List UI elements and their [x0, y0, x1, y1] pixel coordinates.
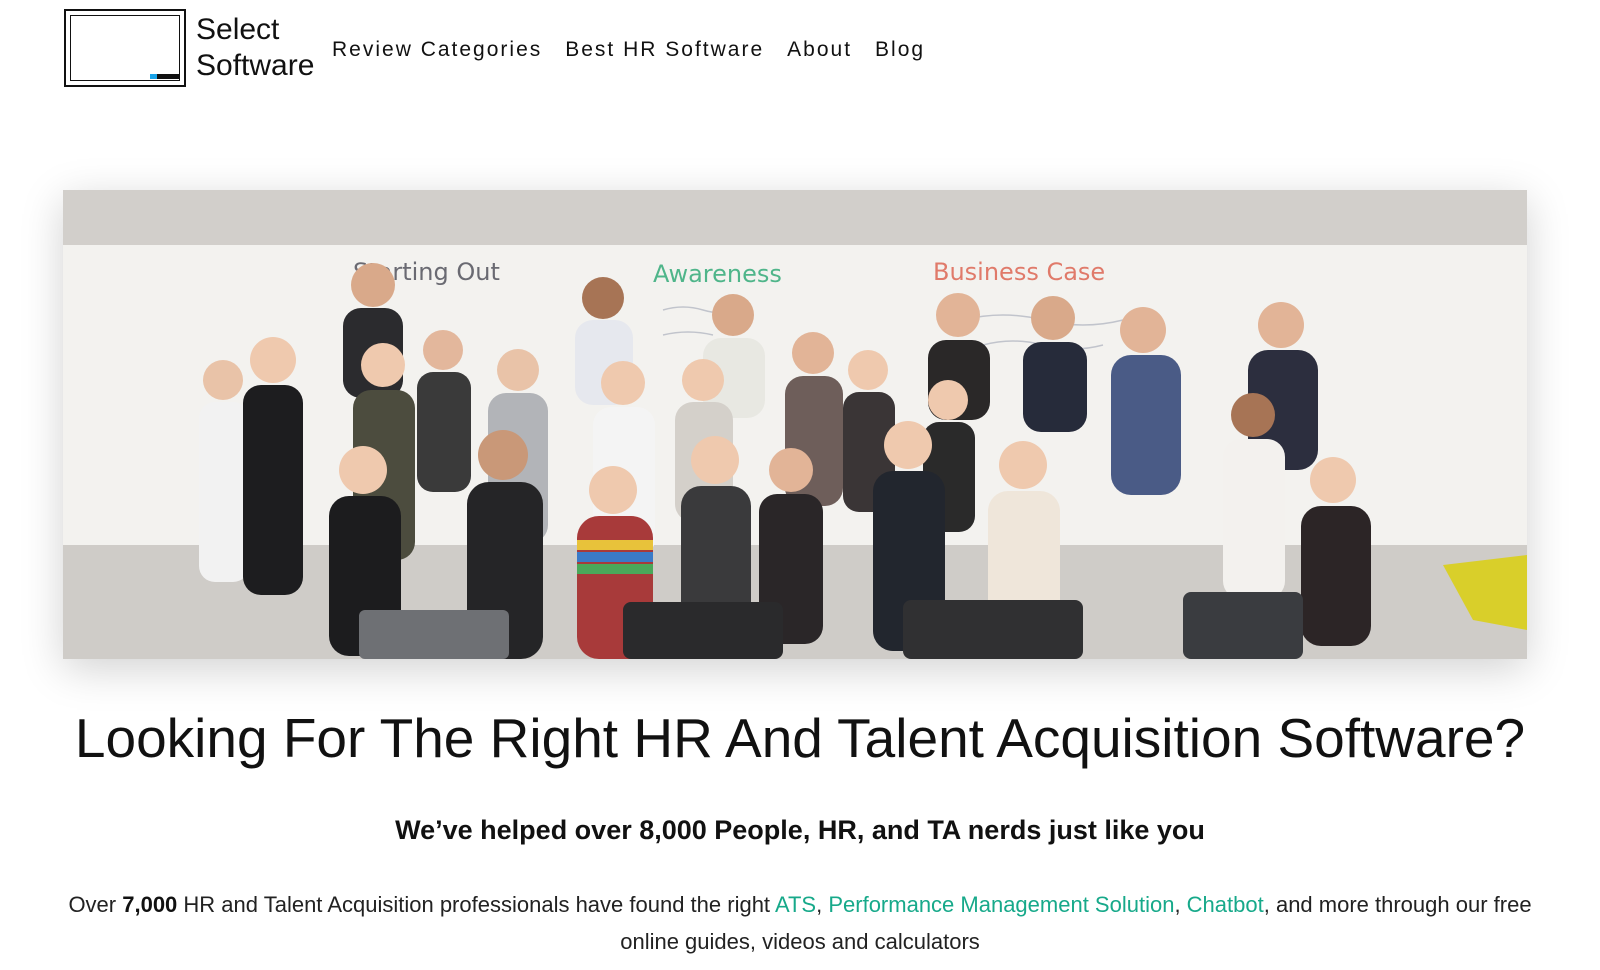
- ats-link[interactable]: ATS: [775, 892, 816, 917]
- page-headline: Looking For The Right HR And Talent Acqu…: [74, 707, 1526, 769]
- logo-text-line2: Software: [196, 49, 315, 82]
- intro-prefix: Over: [68, 892, 123, 917]
- chatbot-link[interactable]: Chatbot: [1187, 892, 1264, 917]
- whiteboard-heading-3: Business Case: [933, 258, 1105, 286]
- main-nav: Review Categories Best HR Software About…: [332, 36, 948, 64]
- intro-paragraph: Over 7,000 HR and Talent Acquisition pro…: [60, 886, 1540, 960]
- whiteboard-heading-2: Awareness: [653, 260, 782, 288]
- performance-management-link[interactable]: Performance Management Solution: [828, 892, 1174, 917]
- hero-team-photo: Starting Out Awareness Business Case: [63, 190, 1527, 659]
- site-header: Select Software Review Categories Best H…: [0, 0, 1600, 100]
- logo-text[interactable]: Select Software: [196, 12, 314, 84]
- separator: ,: [816, 892, 829, 917]
- intro-middle: HR and Talent Acquisition professionals …: [177, 892, 775, 917]
- nav-blog[interactable]: Blog: [875, 36, 925, 64]
- page-subheadline: We’ve helped over 8,000 People, HR, and …: [395, 815, 1205, 845]
- professional-count: 7,000: [122, 892, 178, 917]
- logo-icon[interactable]: [64, 9, 186, 87]
- nav-about[interactable]: About: [787, 36, 852, 64]
- separator: ,: [1174, 892, 1187, 917]
- nav-review-categories[interactable]: Review Categories: [332, 36, 542, 64]
- nav-best-hr-software[interactable]: Best HR Software: [565, 36, 764, 64]
- logo-text-line1: Select: [196, 13, 280, 46]
